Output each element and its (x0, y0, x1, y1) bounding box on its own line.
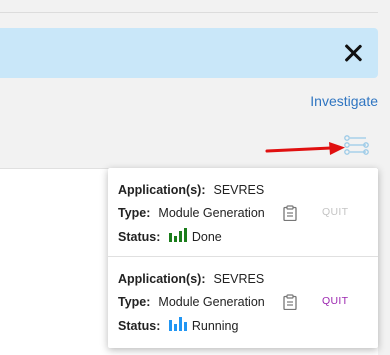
status-row: Status: Running (118, 317, 238, 333)
type-value: Module Generation (158, 295, 265, 309)
application-label: Application(s): (118, 272, 206, 286)
application-value: SEVRES (213, 272, 265, 286)
type-row: Type: Module Generation (118, 295, 265, 309)
quit-button[interactable]: QUIT (322, 295, 348, 307)
info-banner (0, 28, 378, 78)
status-row: Status: Done (118, 228, 222, 244)
investigate-link[interactable]: Investigate (310, 93, 378, 109)
status-label: Status: (118, 230, 161, 244)
task-item: Application(s): SEVRES Type: Module Genera… (108, 257, 378, 345)
application-value: SEVRES (213, 183, 265, 197)
application-row: Application(s): SEVRES (118, 272, 264, 286)
tasks-popup: Application(s): SEVRES Type: Module Genera… (108, 168, 378, 348)
quit-button[interactable]: QUIT (322, 206, 348, 218)
type-row: Type: Module Generation (118, 206, 265, 220)
type-value: Module Generation (158, 206, 265, 220)
status-done-icon (168, 228, 187, 242)
application-label: Application(s): (118, 183, 206, 197)
task-item: Application(s): SEVRES Type: Module Genera… (108, 168, 378, 256)
application-row: Application(s): SEVRES (118, 183, 264, 197)
type-label: Type: (118, 206, 151, 220)
type-label: Type: (118, 295, 151, 309)
top-divider (0, 12, 378, 13)
status-label: Status: (118, 319, 161, 333)
status-running-icon (168, 317, 187, 331)
status-value: Done (191, 230, 222, 244)
close-icon[interactable] (342, 42, 364, 64)
status-value: Running (191, 319, 239, 333)
clipboard-icon[interactable] (283, 294, 297, 310)
red-arrow-annotation (265, 142, 345, 155)
tasks-list-icon[interactable] (343, 134, 369, 156)
clipboard-icon[interactable] (283, 205, 297, 221)
